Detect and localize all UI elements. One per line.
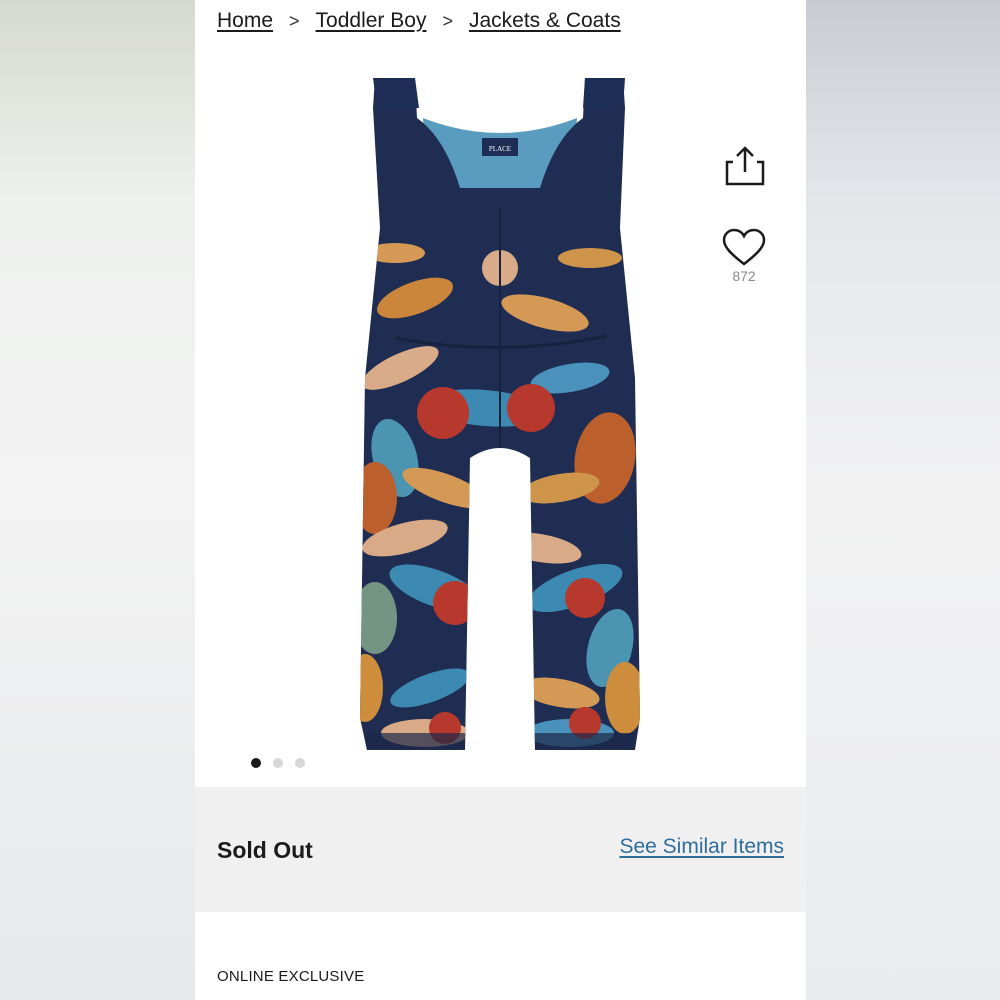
breadcrumb-toddler-boy-link[interactable]: Toddler Boy [316, 9, 427, 33]
breadcrumb-jackets-coats-link[interactable]: Jackets & Coats [469, 9, 621, 33]
carousel-dot-3[interactable] [295, 758, 305, 768]
breadcrumb-home-link[interactable]: Home [217, 9, 273, 33]
product-image: PLACE [360, 78, 640, 750]
background-right [806, 0, 1000, 1000]
product-details: ONLINE EXCLUSIVE [195, 912, 806, 1000]
breadcrumb: Home > Toddler Boy > Jackets & Coats [217, 6, 621, 36]
product-page: Home > Toddler Boy > Jackets & Coats PLA… [195, 0, 806, 1000]
brand-label-text: PLACE [489, 145, 511, 153]
carousel-dot-1[interactable] [251, 758, 261, 768]
carousel-indicator [251, 758, 305, 768]
heart-icon[interactable] [721, 228, 767, 268]
share-icon[interactable] [723, 144, 767, 188]
online-exclusive-badge: ONLINE EXCLUSIVE [217, 968, 365, 985]
breadcrumb-separator: > [442, 10, 453, 31]
breadcrumb-separator: > [289, 10, 300, 31]
sold-out-label: Sold Out [217, 837, 313, 863]
background-left [0, 0, 195, 1000]
favorites-count: 872 [732, 268, 756, 284]
product-image-carousel[interactable]: PLACE 872 [195, 40, 806, 785]
see-similar-items-link[interactable]: See Similar Items [619, 835, 784, 859]
availability-bar: Sold Out See Similar Items [195, 787, 806, 912]
carousel-dot-2[interactable] [273, 758, 283, 768]
